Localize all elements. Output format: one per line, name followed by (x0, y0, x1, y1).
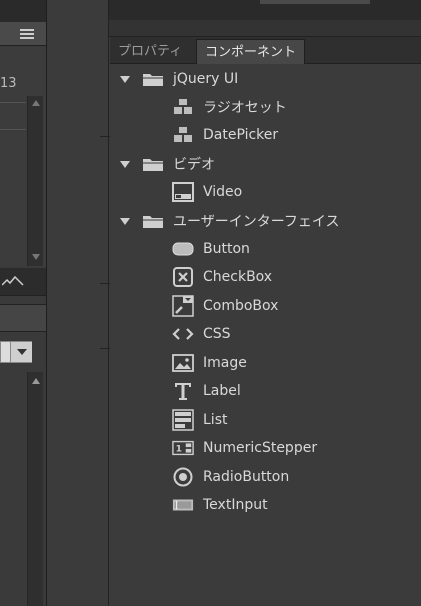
tree-item-label: ラジオセット (203, 100, 287, 116)
tree-item-label: Image (203, 355, 247, 371)
numeric-stepper-icon: 1 (172, 437, 194, 459)
left-panel-header (0, 22, 46, 46)
left-panel-titlebar (0, 0, 46, 22)
tree-group-label: ユーザーインターフェイス (173, 214, 340, 230)
tree-item-label: DatePicker (203, 127, 279, 143)
left-panel-dropdown[interactable] (0, 341, 32, 363)
tree-item-css[interactable]: CSS (172, 320, 231, 348)
mountain-bar (0, 268, 46, 296)
tree-item-label: Label (203, 383, 241, 399)
tree-group-video[interactable]: ビデオ (120, 150, 215, 178)
text-input-icon (172, 494, 194, 516)
tree-item-checkbox[interactable]: CheckBox (172, 263, 272, 291)
tree-item-textinput[interactable]: TextInput (172, 491, 268, 519)
tree-item-radiobutton[interactable]: RadioButton (172, 463, 289, 491)
widget-block-icon (172, 124, 194, 146)
scroll-down-icon[interactable] (32, 254, 40, 260)
tree-item-label: Button (203, 241, 250, 257)
folder-icon (142, 153, 164, 175)
tree-group-user-interface[interactable]: ユーザーインターフェイス (120, 207, 339, 235)
ruler-grid (0, 102, 26, 130)
mountain-icon (2, 276, 24, 286)
tree-item-label: Video (203, 184, 243, 200)
button-icon (172, 238, 194, 260)
chevron-down-icon (17, 349, 27, 355)
tree-item-combobox[interactable]: ComboBox (172, 292, 278, 320)
tree-item-label: ComboBox (203, 298, 279, 314)
tree-group-jquery-ui[interactable]: jQuery UI (120, 65, 238, 93)
left-panel: 13 (0, 0, 47, 606)
panel-tabs: プロパティ コンポーネント (110, 37, 421, 64)
list-icon (172, 409, 194, 431)
tab-components[interactable]: コンポーネント (196, 39, 306, 64)
expand-arrow-icon[interactable] (120, 160, 130, 168)
tree-item-image[interactable]: Image (172, 349, 247, 377)
svg-text:1: 1 (176, 444, 182, 455)
tree-item-label: RadioButton (203, 469, 290, 485)
tree-group-label: ビデオ (173, 157, 215, 173)
tree-item-radioset[interactable]: ラジオセット (172, 93, 287, 121)
tree-item-list[interactable]: List (172, 406, 227, 434)
radio-button-icon (172, 466, 194, 488)
expand-arrow-icon[interactable] (120, 75, 130, 83)
combobox-icon (172, 295, 194, 317)
left-panel-subheader (0, 304, 46, 332)
tree-item-label: CheckBox (203, 269, 273, 285)
ruler-number: 13 (0, 76, 17, 91)
vertical-scrollbar[interactable] (27, 96, 43, 266)
tree-item-label: List (203, 412, 228, 428)
vertical-scrollbar-2[interactable] (27, 372, 43, 606)
tool-strip (48, 0, 152, 606)
tree-item-numericstepper[interactable]: 1 NumericStepper (172, 434, 317, 462)
scroll-up-icon[interactable] (32, 100, 40, 106)
tree-item-datepicker[interactable]: DatePicker (172, 121, 278, 149)
tree-group-label: jQuery UI (173, 71, 239, 87)
dropdown-button[interactable] (10, 342, 32, 362)
folder-icon (142, 68, 164, 90)
components-panel: プロパティ コンポーネント jQuery UI ラジオセット DatePicke… (110, 37, 421, 606)
label-icon (172, 380, 194, 402)
video-icon (172, 181, 194, 203)
tree-item-label-component[interactable]: Label (172, 377, 241, 405)
panel-menu-icon[interactable] (20, 29, 34, 39)
tab-properties[interactable]: プロパティ (110, 39, 190, 64)
image-icon (172, 352, 194, 374)
widget-block-icon (172, 96, 194, 118)
tree-item-button[interactable]: Button (172, 235, 250, 263)
css-icon (172, 323, 194, 345)
tree-item-video[interactable]: Video (172, 178, 242, 206)
scroll-up-icon[interactable] (32, 378, 40, 384)
expand-arrow-icon[interactable] (120, 217, 130, 225)
tree-item-label: NumericStepper (203, 440, 318, 456)
tree-item-label: TextInput (203, 497, 268, 513)
folder-icon (142, 210, 164, 232)
tree-item-label: CSS (203, 326, 231, 342)
checkbox-icon (172, 266, 194, 288)
